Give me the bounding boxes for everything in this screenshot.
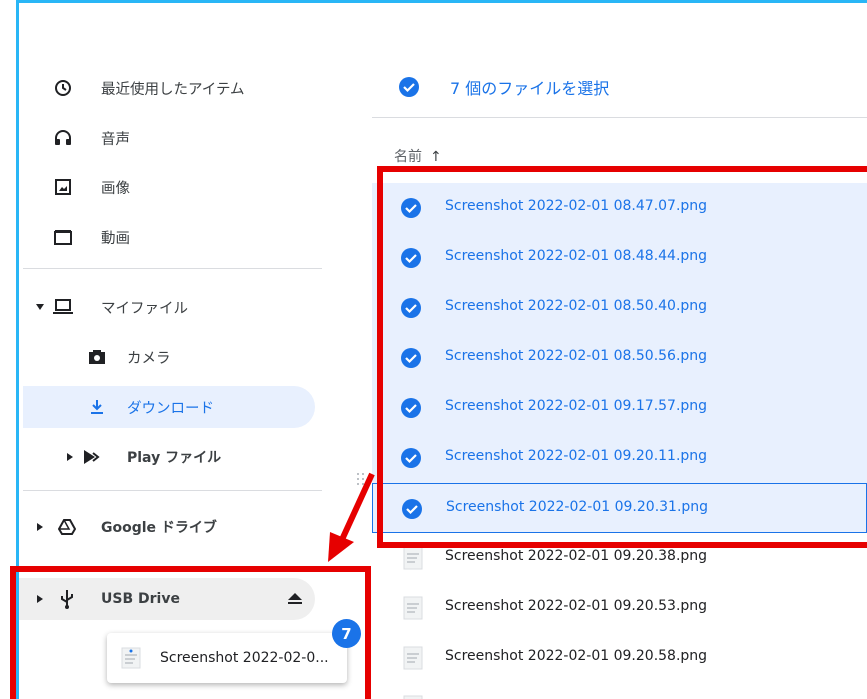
selection-count-text: 7 個のファイルを選択 xyxy=(450,79,610,98)
sidebar-item-label: Google ドライブ xyxy=(101,520,217,536)
sidebar-item-videos[interactable]: 動画 xyxy=(19,215,319,259)
file-thumbnail-icon xyxy=(402,689,424,699)
file-name: Screenshot 2022-02-01 09.20.53.png xyxy=(445,598,708,614)
file-name: Screenshot 2022-02-01 09.20.38.png xyxy=(445,548,708,564)
download-icon xyxy=(87,397,107,417)
camera-icon xyxy=(87,347,107,367)
annotation-box-selected-files xyxy=(377,166,867,548)
sidebar-item-play-files[interactable]: Play ファイル xyxy=(19,435,319,479)
sidebar-item-label: ダウンロード xyxy=(127,400,214,417)
sidebar-item-my-files[interactable]: マイファイル xyxy=(19,285,319,329)
sort-arrow-icon: ↑ xyxy=(430,149,442,165)
headphones-icon xyxy=(53,128,73,148)
file-thumbnail-icon xyxy=(402,595,424,621)
image-icon xyxy=(53,177,73,197)
annotation-arrow-icon xyxy=(328,472,375,562)
file-row[interactable] xyxy=(372,683,867,699)
expand-arrow-icon[interactable] xyxy=(65,452,75,462)
sidebar-item-label: 最近使用したアイテム xyxy=(101,81,245,98)
file-thumbnail-icon xyxy=(402,645,424,671)
sidebar-divider xyxy=(23,268,322,269)
sidebar-item-label: 音声 xyxy=(101,131,130,148)
expand-arrow-icon[interactable] xyxy=(35,302,45,312)
sidebar-item-recent[interactable]: 最近使用したアイテム xyxy=(19,66,319,110)
file-thumbnail-icon xyxy=(402,545,424,571)
sidebar-divider xyxy=(23,490,322,491)
file-row[interactable]: Screenshot 2022-02-01 09.20.53.png xyxy=(372,583,867,633)
file-row[interactable]: Screenshot 2022-02-01 09.20.58.png xyxy=(372,633,867,683)
clock-icon xyxy=(53,78,73,98)
check-circle-icon[interactable] xyxy=(398,76,420,98)
header-divider xyxy=(372,117,867,118)
play-icon xyxy=(83,447,103,467)
column-header-name[interactable]: 名前 ↑ xyxy=(394,146,442,166)
annotation-box-usb-drive xyxy=(10,566,371,699)
sidebar-item-google-drive[interactable]: Google ドライブ xyxy=(19,505,319,549)
video-icon xyxy=(53,227,73,247)
column-header-label: 名前 xyxy=(394,149,422,165)
sidebar-item-label: カメラ xyxy=(127,350,171,367)
laptop-icon xyxy=(53,297,73,317)
sidebar-item-downloads[interactable]: ダウンロード xyxy=(19,385,319,429)
sidebar-item-label: マイファイル xyxy=(101,300,188,317)
file-name: Screenshot 2022-02-01 09.20.58.png xyxy=(445,648,708,664)
expand-arrow-icon[interactable] xyxy=(35,522,45,532)
sidebar-item-label: 画像 xyxy=(101,180,130,197)
drive-icon xyxy=(57,517,77,537)
sidebar-item-camera[interactable]: カメラ xyxy=(19,335,319,379)
sidebar-item-label: 動画 xyxy=(101,230,130,247)
sidebar-item-images[interactable]: 画像 xyxy=(19,165,319,209)
sidebar-item-label: Play ファイル xyxy=(127,450,222,466)
sidebar-item-audio[interactable]: 音声 xyxy=(19,116,319,160)
